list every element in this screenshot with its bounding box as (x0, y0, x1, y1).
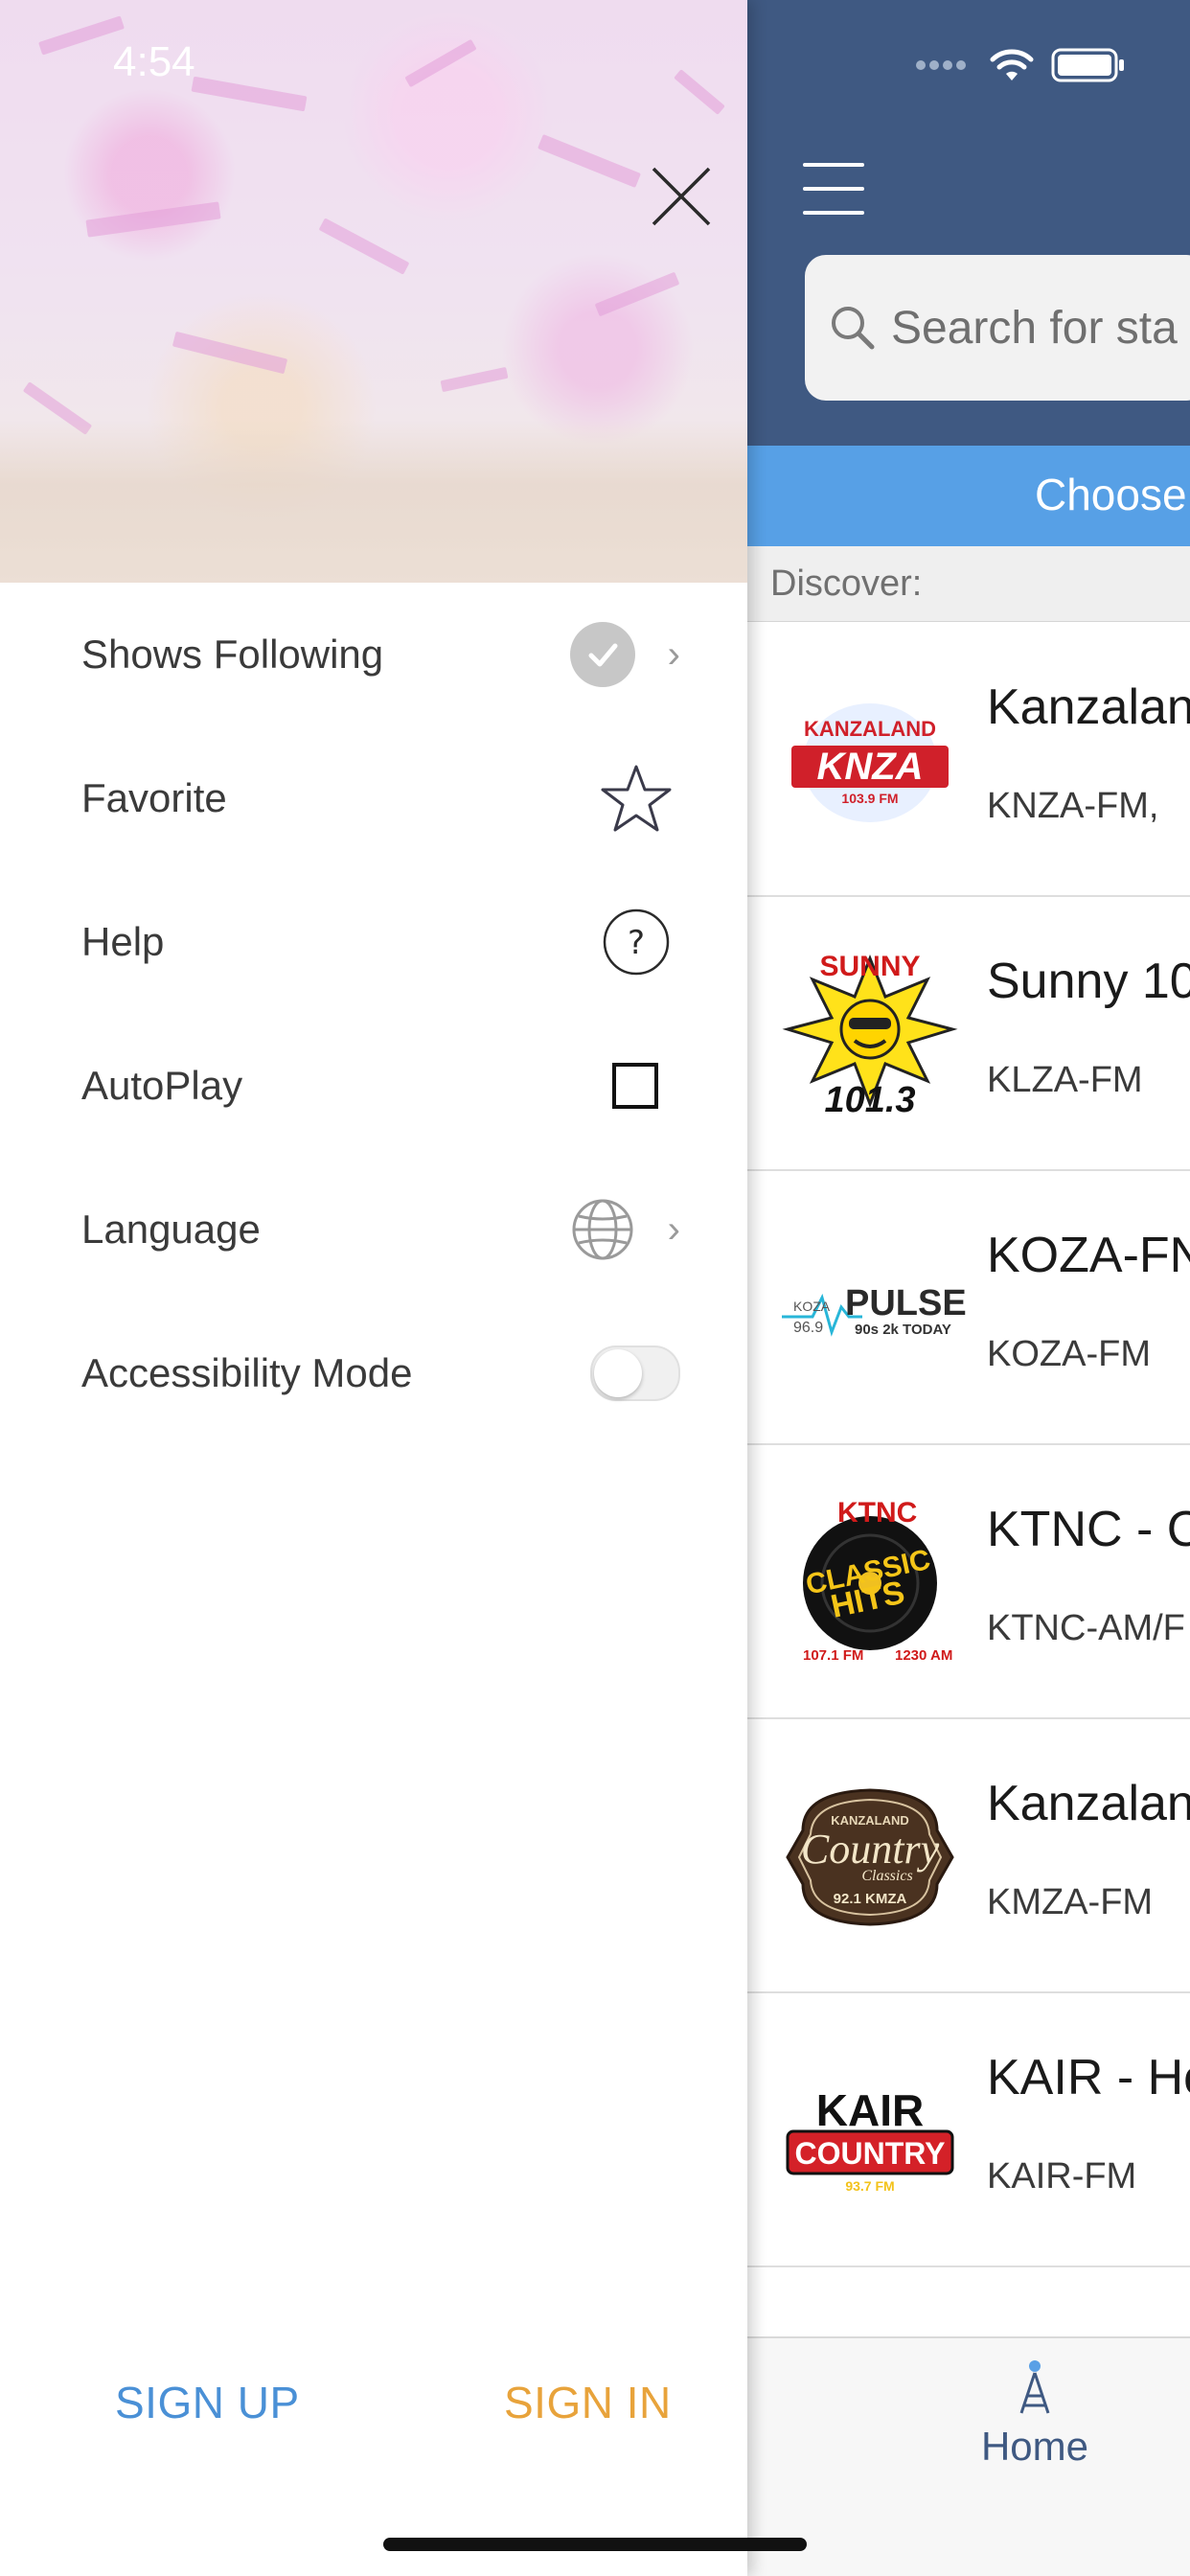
station-name: KAIR - Ho (987, 2050, 1190, 2105)
menu-item-label: AutoPlay (81, 1063, 243, 1108)
menu-item-label: Shows Following (81, 632, 384, 677)
station-call-sign: KOZA-FM (987, 1334, 1151, 1374)
sunny-1013-logo: SUNNY 101.3 (782, 951, 958, 1120)
svg-text:PULSE: PULSE (845, 1283, 966, 1323)
chevron-right-icon: › (667, 632, 680, 676)
station-name: Kanzalan (987, 1776, 1190, 1831)
drawer-footer: SIGN UP SIGN IN (0, 2367, 747, 2444)
svg-text:KAIR: KAIR (816, 2085, 924, 2135)
star-icon (601, 765, 672, 832)
svg-text:Classics: Classics (861, 1868, 912, 1884)
svg-text:COUNTRY: COUNTRY (794, 2136, 945, 2171)
tab-home[interactable]: Home (977, 2359, 1092, 2470)
station-name: KTNC - C (987, 1502, 1190, 1557)
menu-item-autoplay[interactable]: AutoPlay (0, 1014, 747, 1158)
sign-up-button[interactable]: SIGN UP (115, 2377, 300, 2428)
kanzaland-knza-logo: KANZALAND KNZA 103.9 FM (791, 703, 949, 822)
search-icon (832, 307, 875, 350)
discover-header: Discover: (747, 546, 1190, 622)
svg-text:KTNC: KTNC (837, 1497, 917, 1529)
pulse-969-logo: KOZA 96.9 PULSE 90s 2k TODAY (782, 1283, 966, 1338)
discover-label: Discover: (770, 564, 923, 604)
station-row[interactable]: KOZA 96.9 PULSE 90s 2k TODAY KOZA-FN KOZ… (747, 1171, 1190, 1445)
menu-item-label: Favorite (81, 775, 227, 820)
station-call-sign: KTNC-AM/F (987, 1608, 1185, 1648)
station-name: KOZA-FN (987, 1228, 1190, 1283)
svg-text:SUNNY: SUNNY (819, 951, 920, 982)
signal-dots-icon (916, 60, 966, 70)
menu-item-accessibility-mode[interactable]: Accessibility Mode (0, 1301, 747, 1445)
main-app: Search for sta Choose Discover: KANZALAN… (747, 0, 1190, 2576)
svg-text:92.1 KMZA: 92.1 KMZA (834, 1891, 907, 1907)
menu-item-label: Accessibility Mode (81, 1350, 413, 1395)
radio-tower-icon (1019, 2360, 1050, 2414)
top-bar: Search for sta (747, 0, 1190, 446)
station-name: Sunny 10 (987, 954, 1190, 1009)
menu-item-language[interactable]: Language › (0, 1158, 747, 1301)
checkbox-icon[interactable] (611, 1062, 659, 1110)
menu-item-label: Help (81, 919, 165, 964)
kair-country-logo: KAIR COUNTRY 93.7 FM (786, 2085, 954, 2194)
kanzaland-country-classics-logo: KANZALAND Country Classics 92.1 KMZA (786, 1788, 954, 1926)
svg-text:90s 2k TODAY: 90s 2k TODAY (855, 1322, 951, 1338)
svg-text:101.3: 101.3 (824, 1080, 915, 1120)
svg-text:KNZA: KNZA (816, 746, 923, 788)
hamburger-menu-icon[interactable] (803, 163, 864, 215)
question-circle-icon: ? (603, 908, 670, 976)
home-indicator (383, 2538, 807, 2551)
side-drawer: 4:54 Shows Following › Favorite Help ? A… (0, 0, 747, 2576)
choose-button[interactable]: Choose (747, 446, 1190, 546)
station-row[interactable]: KAIR COUNTRY 93.7 FM KAIR - Ho KAIR-FM (747, 1993, 1190, 2267)
svg-text:96.9: 96.9 (793, 1320, 823, 1336)
status-time: 4:54 (113, 38, 195, 85)
menu-item-shows-following[interactable]: Shows Following › (0, 583, 747, 726)
choose-label: Choose (1035, 470, 1187, 519)
station-call-sign: KMZA-FM (987, 1882, 1154, 1922)
wifi-icon (990, 49, 1034, 80)
sign-in-button[interactable]: SIGN IN (504, 2377, 672, 2428)
menu-item-favorite[interactable]: Favorite (0, 726, 747, 870)
svg-text:KANZALAND: KANZALAND (804, 717, 936, 741)
chevron-right-icon: › (667, 1208, 680, 1251)
svg-text:?: ? (628, 924, 645, 962)
tab-bar: Home (747, 2336, 1190, 2576)
check-circle-icon (569, 622, 635, 687)
station-call-sign: KAIR-FM (987, 2156, 1137, 2196)
svg-text:KOZA: KOZA (793, 1299, 831, 1314)
svg-text:1230 AM: 1230 AM (895, 1647, 952, 1664)
station-row[interactable]: SUNNY 101.3 Sunny 10 KLZA-FM (747, 897, 1190, 1171)
status-icons (915, 46, 1126, 84)
search-input[interactable]: Search for sta (805, 255, 1190, 401)
globe-icon (572, 1199, 633, 1260)
tab-home-label: Home (980, 2424, 1089, 2469)
svg-text:Country: Country (801, 1826, 940, 1873)
header-background-image (0, 0, 747, 583)
station-call-sign: KLZA-FM (987, 1060, 1143, 1100)
svg-text:107.1 FM: 107.1 FM (803, 1647, 863, 1664)
station-call-sign: KNZA-FM, (987, 786, 1159, 826)
battery-icon (1051, 48, 1124, 82)
ktnc-classic-hits-logo: KTNC CLASSIC HITS 107.1 FM 1230 AM (803, 1497, 952, 1664)
svg-text:103.9 FM: 103.9 FM (841, 791, 898, 806)
menu-item-help[interactable]: Help ? (0, 870, 747, 1014)
station-row[interactable]: KANZALAND Country Classics 92.1 KMZA Kan… (747, 1719, 1190, 1993)
drawer-menu: Shows Following › Favorite Help ? AutoPl… (0, 583, 747, 1445)
svg-text:93.7 FM: 93.7 FM (845, 2178, 894, 2194)
search-placeholder: Search for sta (891, 302, 1178, 354)
accessibility-toggle[interactable] (590, 1346, 680, 1401)
station-row[interactable]: KTNC CLASSIC HITS 107.1 FM 1230 AM KTNC … (747, 1445, 1190, 1719)
menu-item-label: Language (81, 1207, 261, 1252)
station-row[interactable]: KANZALAND KNZA 103.9 FM Kanzalan KNZA-FM… (747, 623, 1190, 897)
station-list: KANZALAND KNZA 103.9 FM Kanzalan KNZA-FM… (747, 623, 1190, 2267)
close-icon[interactable] (648, 163, 715, 230)
station-name: Kanzalan (987, 679, 1190, 735)
